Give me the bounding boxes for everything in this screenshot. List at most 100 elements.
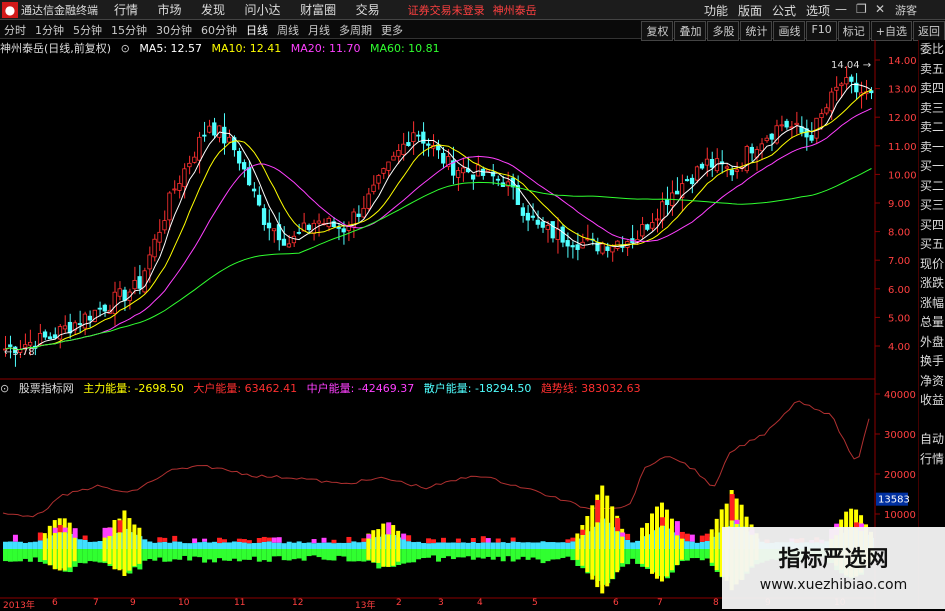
retail-bar <box>281 543 287 549</box>
trend-line <box>2 400 870 518</box>
period-tab-9[interactable]: 多周期 <box>339 22 372 38</box>
candle-body <box>291 235 297 244</box>
panel-item-17[interactable]: 净资 <box>919 372 945 392</box>
candle-body <box>177 183 182 191</box>
toolbar-button-8[interactable]: 返回 <box>913 21 945 41</box>
close-icon[interactable]: ✕ <box>875 2 885 16</box>
panel-item-14[interactable]: 总量 <box>919 313 945 333</box>
retail-neg-bar <box>699 549 705 561</box>
kline-chart[interactable]: 14.00 13.00 12.00 11.00 10.00 9.00 8.00 7.00 6.0… <box>0 40 918 609</box>
big-mid-bar <box>580 529 586 536</box>
period-tab-6[interactable]: 日线 <box>246 22 268 38</box>
retail-neg-bar <box>266 549 272 562</box>
period-tab-8[interactable]: 月线 <box>308 22 330 38</box>
retail-neg-bar <box>326 549 332 561</box>
panel-item-11[interactable]: 现价 <box>919 255 945 275</box>
main-force-neg-bar <box>102 549 107 562</box>
period-tab-2[interactable]: 5分钟 <box>73 22 102 38</box>
toolbar-button-3[interactable]: 统计 <box>740 21 773 41</box>
login-notice[interactable]: 证券交易未登录 <box>408 2 485 18</box>
retail-bar <box>480 542 486 549</box>
retail-bar <box>565 542 571 549</box>
period-tab-10[interactable]: 更多 <box>381 22 403 38</box>
panel-item-3[interactable]: 卖三 <box>919 99 945 119</box>
period-tab-5[interactable]: 60分钟 <box>201 22 237 38</box>
menu-discover[interactable]: 发现 <box>201 3 225 17</box>
main-force-bar <box>112 520 117 549</box>
period-tab-1[interactable]: 1分钟 <box>35 22 64 38</box>
panel-item-7[interactable]: 买二 <box>919 177 945 197</box>
panel-item-12[interactable]: 涨跌 <box>919 274 945 294</box>
panel-item-2[interactable]: 卖四 <box>919 79 945 99</box>
minimize-icon[interactable]: — <box>835 2 847 16</box>
candle-body <box>361 207 366 218</box>
menu-quote[interactable]: 行情 <box>114 3 138 17</box>
retail-neg-bar <box>480 549 486 559</box>
period-tab-3[interactable]: 15分钟 <box>111 22 147 38</box>
retail-neg-bar <box>261 549 267 561</box>
menu-layout[interactable]: 版面 <box>738 2 762 19</box>
panel-item-20[interactable]: 自动 <box>919 430 945 450</box>
candle-body <box>376 175 381 184</box>
period-tab-4[interactable]: 30分钟 <box>156 22 192 38</box>
candle-body <box>187 162 192 168</box>
panel-item-13[interactable]: 涨幅 <box>919 294 945 314</box>
candle-body <box>525 212 530 221</box>
main-force-neg-bar <box>386 549 391 567</box>
big-mid-bar <box>57 525 63 533</box>
retail-bar <box>455 542 461 549</box>
date-tick-4: 10 <box>178 598 190 608</box>
panel-item-8[interactable]: 买三 <box>919 196 945 216</box>
menu-options[interactable]: 选项 <box>806 2 830 19</box>
menu-ask[interactable]: 问小达 <box>245 3 281 17</box>
panel-item-0[interactable]: 委比 <box>919 40 945 60</box>
menu-market[interactable]: 市场 <box>158 3 182 17</box>
main-force-bar <box>714 518 719 549</box>
panel-item-18[interactable]: 收益 <box>919 391 945 411</box>
y-tick-label-7: 7.00 <box>888 256 910 267</box>
menu-trade[interactable]: 交易 <box>356 3 380 17</box>
main-force-bar <box>590 505 595 549</box>
restore-icon[interactable]: ❐ <box>856 2 867 16</box>
toolbar-button-6[interactable]: 标记 <box>837 21 870 41</box>
panel-item-10[interactable]: 买五 <box>919 235 945 255</box>
menu-wealth[interactable]: 财富圈 <box>300 3 336 17</box>
period-tab-7[interactable]: 周线 <box>277 22 299 38</box>
retail-neg-bar <box>162 549 168 562</box>
big-mid-bar <box>620 532 626 537</box>
retail-bar <box>535 542 541 549</box>
retail-neg-bar <box>231 549 237 559</box>
panel-item-16[interactable]: 换手 <box>919 352 945 372</box>
panel-item-5[interactable]: 卖一 <box>919 138 945 158</box>
toolbar-button-4[interactable]: 画线 <box>773 21 806 41</box>
menu-function[interactable]: 功能 <box>704 2 728 19</box>
menu-formula[interactable]: 公式 <box>772 2 796 19</box>
candle-body <box>152 238 157 258</box>
main-force-neg-bar <box>615 549 620 573</box>
panel-item-15[interactable]: 外盘 <box>919 333 945 353</box>
panel-item-9[interactable]: 买四 <box>919 216 945 236</box>
toolbar-button-0[interactable]: 复权 <box>641 21 674 41</box>
panel-item-19[interactable] <box>919 411 945 431</box>
retail-neg-bar <box>311 549 317 556</box>
candle-body <box>197 136 202 161</box>
candle-body <box>326 217 331 228</box>
sub-settings-icon[interactable]: ⊙ <box>0 382 9 395</box>
panel-item-4[interactable]: 卖二 <box>919 118 945 138</box>
panel-item-21[interactable]: 行情 <box>919 450 945 470</box>
retail-bar <box>321 542 327 549</box>
right-panel: 委比 卖五 卖四 卖三 卖二 卖一 买一 买二 买三 买四 买五 现价 涨跌 涨幅 总量 外盘 换手 净资 收益自动… <box>918 40 945 609</box>
toolbar-button-2[interactable]: 多股 <box>707 21 740 41</box>
toolbar-button-7[interactable]: +自选 <box>870 21 912 41</box>
toolbar-button-5[interactable]: F10 <box>806 21 837 41</box>
date-tick-5: 11 <box>234 598 246 608</box>
panel-item-1[interactable]: 卖五 <box>919 60 945 80</box>
big-mid-bar <box>107 527 113 536</box>
candle-body <box>77 323 83 325</box>
retail-bar <box>32 541 38 549</box>
retail-neg-bar <box>147 549 153 560</box>
period-tab-0[interactable]: 分时 <box>4 22 26 38</box>
panel-item-6[interactable]: 买一 <box>919 157 945 177</box>
toolbar-button-1[interactable]: 叠加 <box>674 21 707 41</box>
guest-label[interactable]: 游客 <box>895 2 917 18</box>
